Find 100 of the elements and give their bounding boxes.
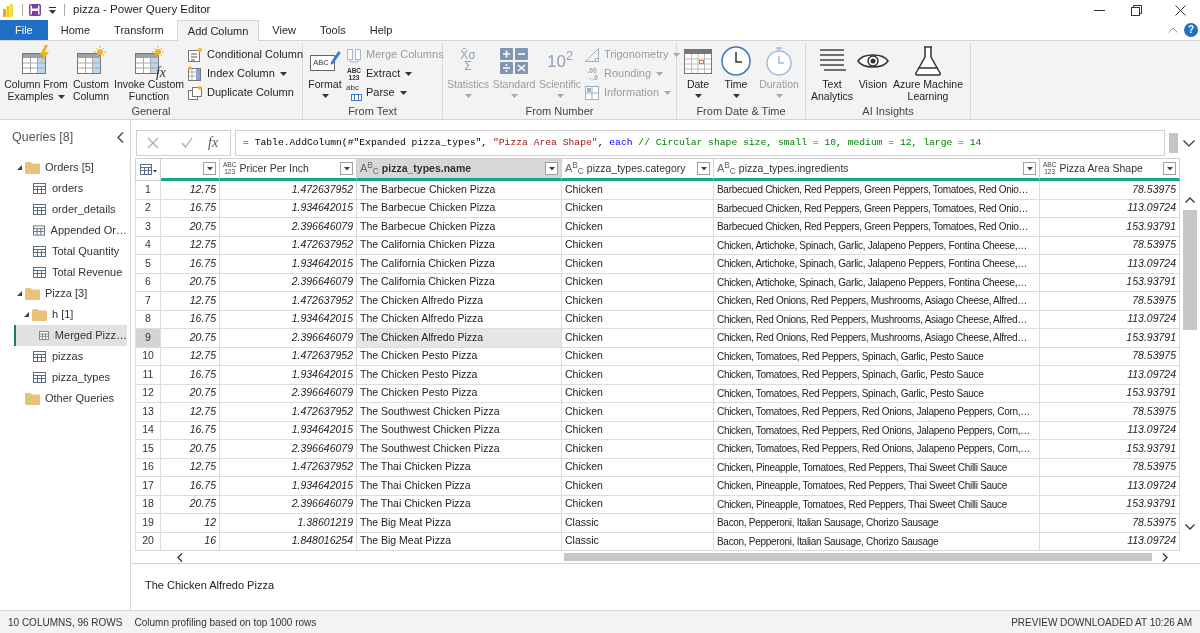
folder-icon xyxy=(25,287,40,300)
table-cell: 1.472637952 xyxy=(220,403,357,422)
table-cell: Chicken, Artichoke, Spinach, Garlic, Jalapeno Peppers, Fontina Cheese,… xyxy=(714,255,1040,274)
scroll-right-icon[interactable] xyxy=(1162,552,1168,562)
ribbon-button[interactable]: Date xyxy=(680,45,716,98)
check-icon[interactable] xyxy=(181,137,193,149)
column-header[interactable]: A$^{B}$$_{C}$ pizza_types.ingredients xyxy=(714,158,1040,181)
expand-icon[interactable] xyxy=(1183,139,1195,147)
scrollbar-thumb[interactable] xyxy=(1183,210,1197,330)
table-cell: Classic xyxy=(562,514,714,533)
collapse-ribbon-icon[interactable] xyxy=(1168,27,1178,33)
expanded-triangle-icon[interactable] xyxy=(17,164,22,171)
scroll-up-icon[interactable] xyxy=(1185,197,1195,203)
save-icon[interactable] xyxy=(29,4,41,16)
table-cell: Chicken xyxy=(562,255,714,274)
table-bolt-icon xyxy=(20,45,52,77)
column-header[interactable]: A$^{B}$$_{C}$ pizza_types.category xyxy=(562,158,714,181)
filter-button[interactable] xyxy=(697,162,710,175)
table-cell: 153.93791 xyxy=(1040,440,1180,459)
ribbon-button[interactable]: Azure Machine Learning xyxy=(891,45,965,102)
table-icon xyxy=(33,267,46,278)
group-label: General xyxy=(130,105,172,119)
file-tab[interactable]: File xyxy=(0,20,48,40)
query-tree-item[interactable]: Appended Or… xyxy=(14,220,127,241)
table-cell: 2.396646079 xyxy=(220,218,357,237)
table-cell: 12.75 xyxy=(161,292,220,311)
table-menu-icon[interactable] xyxy=(139,164,157,175)
table-cell: The Southwest Chicken Pizza xyxy=(357,403,562,422)
query-tree-item[interactable]: Total Quantity xyxy=(14,241,127,262)
ribbon-button[interactable]: Duplicate Column xyxy=(187,83,303,102)
customize-caret-icon[interactable] xyxy=(49,6,56,14)
filter-button[interactable] xyxy=(340,162,353,175)
icon-glyph: abc xyxy=(346,83,359,92)
formula-field[interactable]: = Table.AddColumn(#"Expanded pizza_types", "Pizza Area Shape", each // Circular shape size, small = 10, medium = 12, large = 14 xyxy=(235,130,1165,156)
query-tree-item[interactable]: pizza_types xyxy=(14,367,127,388)
query-tree-item[interactable]: Orders [5] xyxy=(14,157,127,178)
ribbon-button[interactable]: Column From Examples xyxy=(3,45,69,102)
query-tree-item[interactable]: order_details xyxy=(14,199,127,220)
restore-icon[interactable] xyxy=(1131,4,1142,16)
query-tree-item[interactable]: h [1] xyxy=(14,304,127,325)
ribbon-button[interactable]: Index Column xyxy=(187,64,303,83)
filter-button[interactable] xyxy=(203,162,216,175)
row-number: 1 xyxy=(135,181,161,200)
expanded-triangle-icon[interactable] xyxy=(24,311,29,318)
table-cell: 2.396646079 xyxy=(220,329,357,348)
table-cell: 153.93791 xyxy=(1040,218,1180,237)
ribbon-tab[interactable]: Help xyxy=(358,20,404,40)
filter-button[interactable] xyxy=(545,162,558,175)
scrollbar-thumb[interactable] xyxy=(1169,133,1178,153)
column-header[interactable]: A$^{B}$$_{C}$ pizza_types.name xyxy=(357,158,562,181)
ribbon-tab[interactable]: Home xyxy=(49,20,102,40)
query-tree-item[interactable]: Merged Pizz… xyxy=(14,325,127,346)
scroll-down-icon[interactable] xyxy=(1185,524,1195,530)
table-cell: Chicken, Tomatoes, Red Peppers, Red Onions, Jalapeno Peppers, Corn,… xyxy=(714,440,1040,459)
ribbon-button[interactable]: Time xyxy=(718,45,754,98)
function-button[interactable]: fx xyxy=(208,136,219,150)
table-cell: 1.934642015 xyxy=(220,366,357,385)
icon-glyph: fx xyxy=(155,66,166,80)
query-tree-item[interactable]: pizzas xyxy=(14,346,127,367)
window-title: pizza - Power Query Editor xyxy=(73,2,211,18)
table-cell: 113.09724 xyxy=(1040,255,1180,274)
scrollbar-thumb[interactable] xyxy=(564,553,1152,561)
icon-glyph: 10$^{2}$ xyxy=(547,52,573,70)
expanded-triangle-icon[interactable] xyxy=(17,290,22,297)
query-tree-item[interactable]: Total Revenue xyxy=(14,262,127,283)
filter-button[interactable] xyxy=(1023,162,1036,175)
group-label: From Date & Time xyxy=(695,105,787,119)
collapse-panel-icon[interactable] xyxy=(117,131,124,143)
overlapping-squares-icon xyxy=(187,84,203,101)
ribbon-tab[interactable]: Add Column xyxy=(176,20,260,41)
filter-button[interactable] xyxy=(1163,162,1176,175)
table-cell: Chicken xyxy=(562,366,714,385)
table-cell: The Big Meat Pizza xyxy=(357,514,562,533)
query-tree-item[interactable]: Other Queries xyxy=(14,388,127,409)
table-icon xyxy=(33,204,46,215)
preview-text: The Chicken Alfredo Pizza xyxy=(145,579,274,591)
ribbon-button[interactable]: Custom Column xyxy=(71,45,111,102)
ribbon-button[interactable]: Conditional Column xyxy=(187,45,303,64)
table-cell: 1.38601219 xyxy=(220,514,357,533)
scroll-left-icon[interactable] xyxy=(177,552,183,562)
table-cell: Chicken, Tomatoes, Red Peppers, Spinach, Garlic, Pesto Sauce xyxy=(714,366,1040,385)
row-number: 11 xyxy=(135,366,161,385)
query-tree-item[interactable]: Pizza [3] xyxy=(14,283,127,304)
ribbon-tab[interactable]: Tools xyxy=(309,20,357,40)
ribbon-button[interactable]: Vision xyxy=(857,45,889,90)
table-cell: 113.09724 xyxy=(1040,366,1180,385)
table-cell: 1.934642015 xyxy=(220,477,357,496)
row-number: 15 xyxy=(135,440,161,459)
ribbon-button[interactable]: abc Parse xyxy=(346,83,444,102)
table-cell: 153.93791 xyxy=(1040,329,1180,348)
table-cell: The Barbecue Chicken Pizza xyxy=(357,218,562,237)
help-button[interactable]: ? xyxy=(1184,23,1198,37)
ribbon-tab[interactable]: Transform xyxy=(103,20,175,40)
ribbon-button[interactable]: Text Analytics xyxy=(809,45,855,102)
ribbon-button[interactable]: fx Invoke Custom Function xyxy=(113,45,185,102)
query-tree-item[interactable]: orders xyxy=(14,178,127,199)
arithmetic-grid-icon xyxy=(498,45,530,77)
ribbon-tab[interactable]: View xyxy=(261,20,307,40)
table-cell: 78.53975 xyxy=(1040,292,1180,311)
close-icon[interactable] xyxy=(1175,4,1186,16)
